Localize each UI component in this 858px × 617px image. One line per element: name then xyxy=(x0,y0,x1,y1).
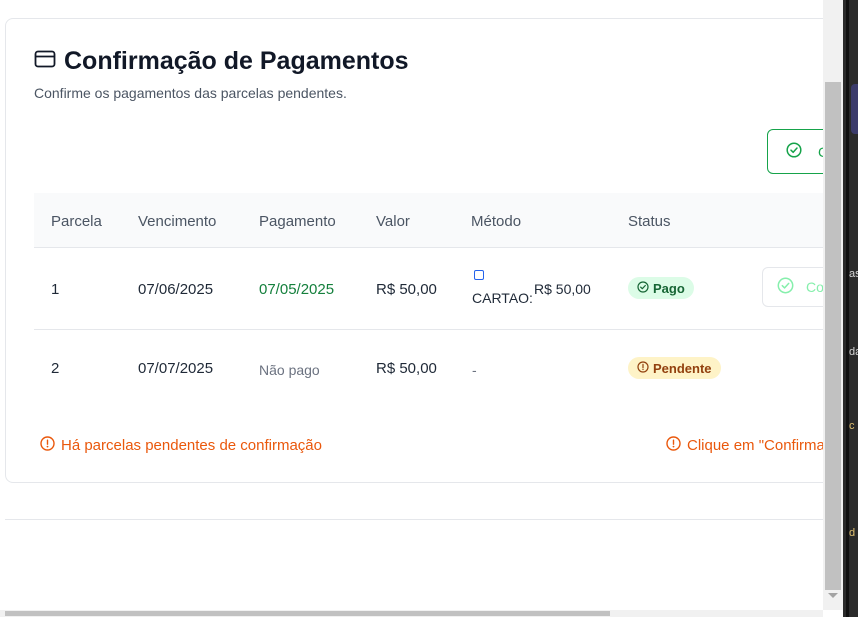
status-badge: Pendente xyxy=(628,357,721,379)
background-text-fragment: da xyxy=(849,346,858,358)
cell-pagamento: Não pago xyxy=(259,362,320,378)
confirm-payment-button[interactable]: Co xyxy=(762,267,823,307)
header-metodo: Método xyxy=(471,213,522,230)
pending-warning-text: Há parcelas pendentes de confirmação xyxy=(61,437,322,454)
header-pagamento: Pagamento xyxy=(259,213,336,230)
table-header: Parcela Vencimento Pagamento Valor Métod… xyxy=(34,193,823,248)
instruction-hint-text: Clique em "Confirma xyxy=(687,437,823,454)
alert-circle-icon xyxy=(40,436,55,455)
background-text-fragment: d xyxy=(849,527,856,539)
window-border xyxy=(846,0,849,617)
divider xyxy=(5,519,823,520)
alert-circle-icon xyxy=(666,436,681,455)
vertical-scrollbar[interactable] xyxy=(823,0,843,610)
status-label: Pendente xyxy=(653,360,712,376)
horizontal-scrollbar[interactable] xyxy=(0,610,823,617)
cell-parcela: 2 xyxy=(51,360,60,377)
page-title: Confirmação de Pagamentos xyxy=(64,47,409,75)
cell-vencimento: 07/06/2025 xyxy=(138,281,214,298)
status-label: Pago xyxy=(653,280,685,296)
check-circle-icon xyxy=(786,142,802,161)
check-circle-icon xyxy=(637,280,649,296)
confirm-all-button[interactable]: C xyxy=(767,129,823,174)
header-valor: Valor xyxy=(376,213,410,230)
background-text-fragment: as xyxy=(849,268,858,280)
header-status: Status xyxy=(628,213,671,230)
horizontal-scrollbar-thumb[interactable] xyxy=(5,611,610,616)
alert-circle-icon xyxy=(637,360,649,376)
payment-confirmation-card: Confirmação de Pagamentos Confirme os pa… xyxy=(5,18,823,483)
confirm-payment-label: Co xyxy=(806,279,823,295)
scroll-down-arrow[interactable] xyxy=(828,593,838,598)
cell-metodo-label: - xyxy=(472,362,477,378)
header-parcela: Parcela xyxy=(51,213,102,230)
check-circle-icon xyxy=(777,277,794,297)
cell-metodo-value: R$ 50,00 xyxy=(534,281,591,297)
instruction-hint: Clique em "Confirma xyxy=(666,436,823,455)
modal-viewport: Confirmação de Pagamentos Confirme os pa… xyxy=(0,0,823,610)
cell-pagamento: 07/05/2025 xyxy=(259,281,335,298)
page-subtitle: Confirme os pagamentos das parcelas pend… xyxy=(34,85,347,101)
cell-metodo-label: CARTAO: xyxy=(472,290,533,306)
cell-valor: R$ 50,00 xyxy=(376,360,437,377)
cell-parcela: 1 xyxy=(51,281,60,298)
title-row: Confirmação de Pagamentos xyxy=(34,47,409,76)
background-accent xyxy=(851,84,858,134)
vertical-scrollbar-thumb[interactable] xyxy=(825,82,841,590)
table-row: 1 07/06/2025 07/05/2025 R$ 50,00 CARTAO:… xyxy=(34,248,823,330)
header-vencimento: Vencimento xyxy=(138,213,217,230)
card-icon xyxy=(34,50,56,73)
cell-valor: R$ 50,00 xyxy=(376,281,437,298)
table-row: 2 07/07/2025 Não pago R$ 50,00 - Pendent… xyxy=(34,330,823,410)
square-icon xyxy=(474,270,484,280)
cell-vencimento: 07/07/2025 xyxy=(138,360,214,377)
pending-warning: Há parcelas pendentes de confirmação xyxy=(40,436,322,455)
background-text-fragment: c xyxy=(849,420,855,432)
status-badge: Pago xyxy=(628,277,694,299)
